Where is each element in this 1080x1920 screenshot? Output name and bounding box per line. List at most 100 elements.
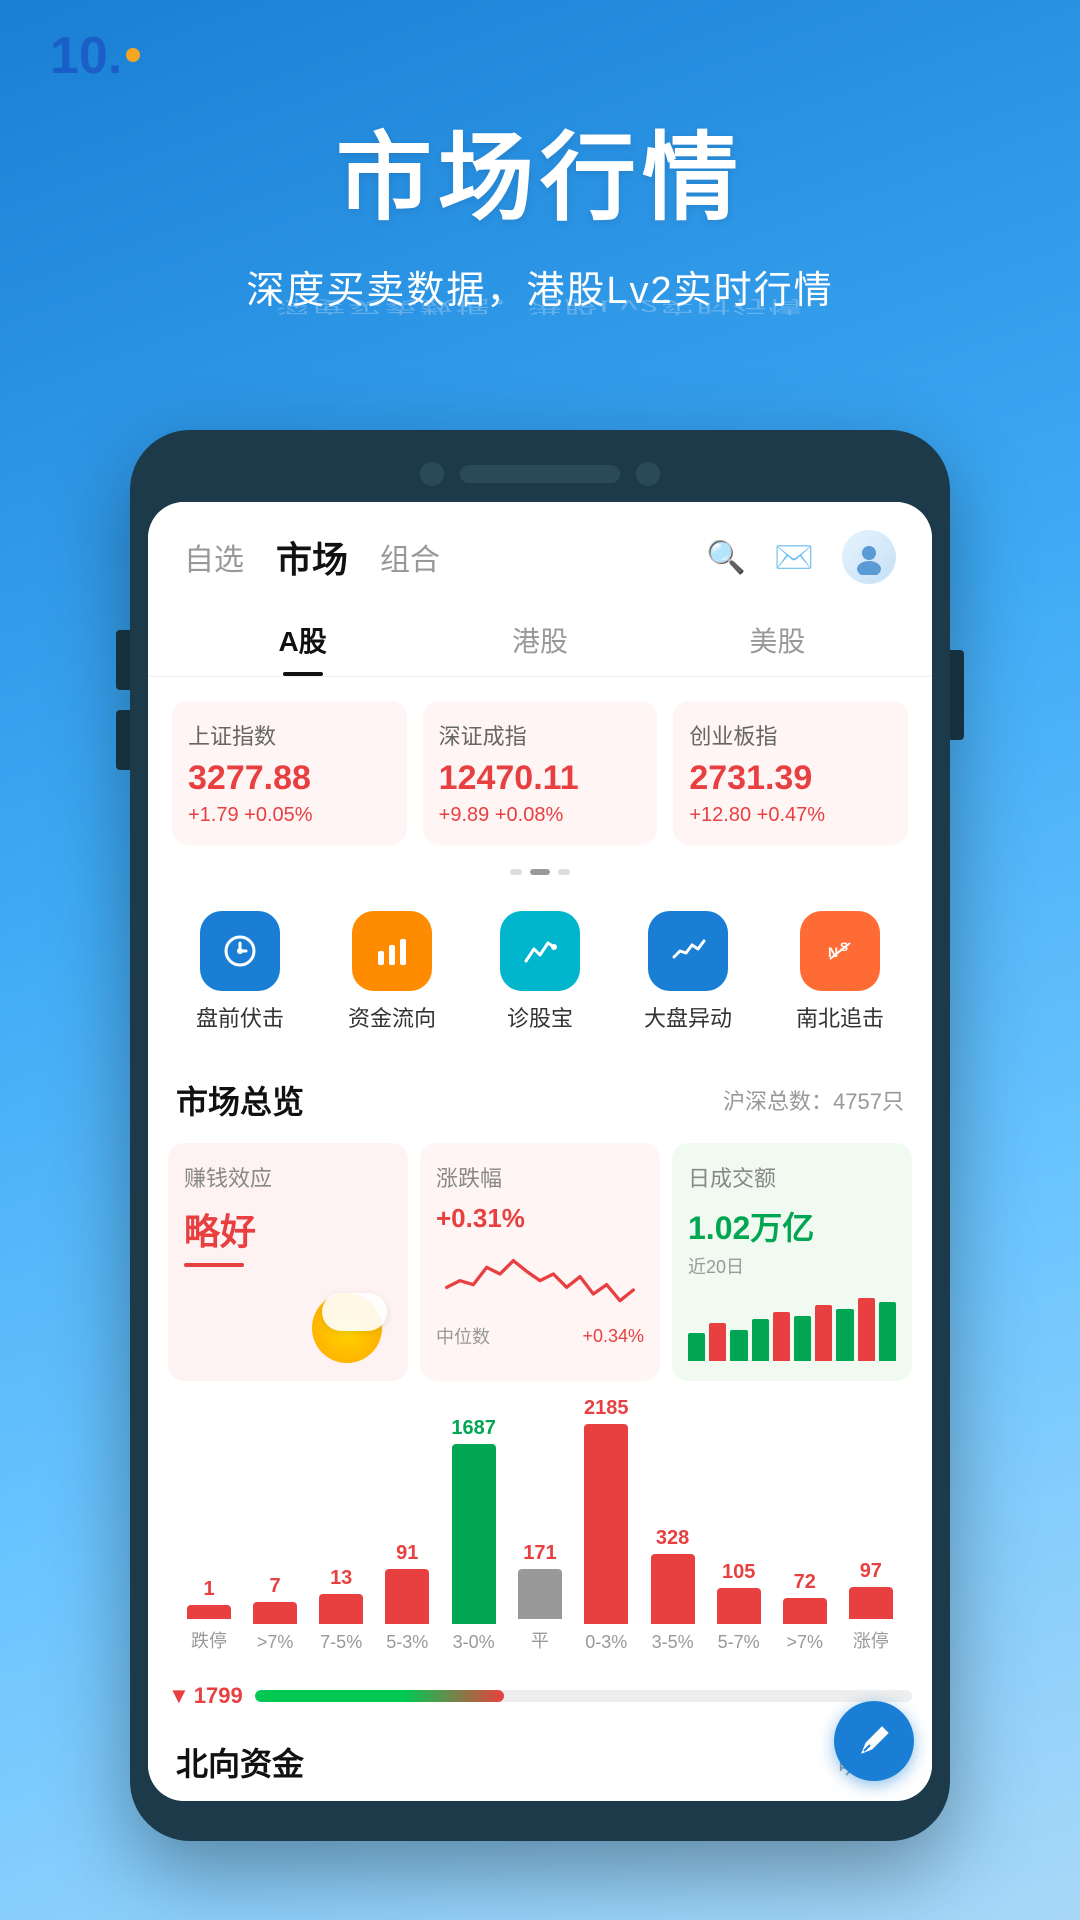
market-card-value-profit: 略好: [184, 1203, 392, 1255]
tool-label-panqian: 盘前伏击: [196, 1001, 284, 1033]
vol-bar-2: [709, 1323, 726, 1362]
phone-wrapper: 自选 市场 组合 🔍 ✉️: [0, 430, 1080, 1841]
stock-tabs: A股 港股 美股: [148, 604, 932, 677]
volume-down-button: [116, 710, 130, 770]
north-capital-title: 北向资金: [176, 1739, 304, 1785]
market-card-title-profit: 赚钱效应: [184, 1161, 392, 1193]
bar-label-top-0: 1: [203, 1578, 214, 1601]
index-value-shenzhen: 12470.11: [439, 759, 642, 798]
bar-label-top-3: 91: [396, 1542, 418, 1565]
avatar[interactable]: [842, 530, 896, 584]
median-row: 中位数 +0.34%: [436, 1323, 644, 1349]
market-overview-header: 市场总览 沪深总数：4757只: [148, 1061, 932, 1135]
index-name-shenzhen: 深证成指: [439, 719, 642, 751]
tools-row: 盘前伏击 资金流向: [148, 891, 932, 1061]
tab-us-shares[interactable]: 美股: [659, 604, 896, 676]
index-value-shanghai: 3277.88: [188, 759, 391, 798]
bar-col-7: 3283-5%: [651, 1527, 695, 1653]
tool-dapan[interactable]: 大盘异动: [644, 911, 732, 1033]
market-card-change-range[interactable]: 涨跌幅 +0.31% 中位数 +0.34%: [420, 1143, 660, 1381]
main-nav: 自选 市场 组合: [184, 531, 440, 583]
phone-speaker: [460, 465, 620, 483]
tool-label-dapan: 大盘异动: [644, 1001, 732, 1033]
hero-section: 10. 市场行情 深度买卖数据，港股Lv2实时行情 深度买卖数据，港股Lv2实时…: [0, 0, 1080, 420]
vol-bar-1: [688, 1333, 705, 1361]
bar-col-6: 21850-3%: [584, 1397, 629, 1653]
tool-icon-zjlx: [352, 911, 432, 991]
vol-bar-3: [730, 1330, 747, 1362]
bar-label-bottom-2: 7-5%: [320, 1632, 362, 1653]
tool-label-zhengubao: 诊股宝: [507, 1001, 573, 1033]
hero-subtitle-reflection: 深度买卖数据，港股Lv2实时行情: [60, 296, 1020, 321]
search-icon[interactable]: 🔍: [706, 538, 746, 576]
hero-title: 市场行情: [60, 100, 1020, 239]
bar-label-top-4: 1687: [451, 1417, 496, 1440]
tool-icon-panqian: [200, 911, 280, 991]
side-buttons-left: [116, 630, 130, 770]
vol-bar-7: [815, 1305, 832, 1361]
bar-col-1: 7 >7%: [253, 1575, 297, 1653]
vol-bar-5: [773, 1312, 790, 1361]
tab-a-shares[interactable]: A股: [184, 604, 421, 676]
sparkline-chart: [436, 1234, 644, 1314]
dot-2: [530, 869, 550, 875]
index-cards: 上证指数 3277.88 +1.79 +0.05% 深证成指 12470.11 …: [148, 677, 932, 861]
bar-col-2: 137-5%: [319, 1567, 363, 1653]
bar-body-3: [385, 1569, 429, 1624]
nav-tab-portfolio[interactable]: 组合: [380, 535, 440, 579]
tab-hk-shares[interactable]: 港股: [421, 604, 658, 676]
bar-body-5: [518, 1569, 562, 1619]
tool-icon-zhengubao: [500, 911, 580, 991]
header-icons: 🔍 ✉️: [706, 530, 896, 584]
vol-bar-9: [858, 1298, 875, 1361]
tool-icon-nanbei: N S: [800, 911, 880, 991]
market-overview-title: 市场总览: [176, 1077, 304, 1123]
vol-bar-6: [794, 1316, 811, 1362]
index-card-chinext[interactable]: 创业板指 2731.39 +12.80 +0.47%: [673, 701, 908, 845]
distribution-chart-section: 1跌停7>7%137-5%915-3%16873-0%171平21850-3%3…: [148, 1397, 932, 1673]
side-buttons-right: [950, 650, 964, 740]
fab-button[interactable]: [834, 1701, 914, 1781]
front-camera: [420, 462, 444, 486]
bar-label-bottom-1: >7%: [257, 1632, 294, 1653]
bar-body-0: [187, 1605, 231, 1619]
bar-label-bottom-7: 3-5%: [652, 1632, 694, 1653]
market-card-volume[interactable]: 日成交额 1.02万亿 近20日: [672, 1143, 912, 1381]
index-change-chinext: +12.80 +0.47%: [689, 804, 892, 827]
index-card-shanghai[interactable]: 上证指数 3277.88 +1.79 +0.05%: [172, 701, 407, 845]
index-name-shanghai: 上证指数: [188, 719, 391, 751]
tool-nanbei[interactable]: N S 南北追击: [796, 911, 884, 1033]
dot-3: [558, 869, 570, 875]
bar-col-0: 1 跌停: [187, 1578, 231, 1653]
bar-label-top-9: 72: [794, 1571, 816, 1594]
bar-label-bottom-4: 3-0%: [453, 1632, 495, 1653]
bar-body-2: [319, 1594, 363, 1624]
nav-tab-market[interactable]: 市场: [276, 531, 348, 583]
index-change-shenzhen: +9.89 +0.08%: [439, 804, 642, 827]
tool-label-nanbei: 南北追击: [796, 1001, 884, 1033]
phone-screen: 自选 市场 组合 🔍 ✉️: [148, 502, 932, 1801]
market-card-profit-effect[interactable]: 赚钱效应 略好: [168, 1143, 408, 1381]
tool-zjlx[interactable]: 资金流向: [348, 911, 436, 1033]
market-overview-subtitle: 沪深总数：4757只: [723, 1084, 904, 1116]
tool-icon-dapan: [648, 911, 728, 991]
market-card-title-change: 涨跌幅: [436, 1161, 644, 1193]
bar-col-9: 72>7%: [783, 1571, 827, 1653]
bar-col-4: 1687 3-0%: [451, 1417, 496, 1653]
tool-zhengubao[interactable]: 诊股宝: [500, 911, 580, 1033]
nav-tab-watchlist[interactable]: 自选: [184, 535, 244, 579]
index-card-shenzhen[interactable]: 深证成指 12470.11 +9.89 +0.08%: [423, 701, 658, 845]
north-capital-section: 北向资金 明细 >: [148, 1719, 932, 1801]
index-value-chinext: 2731.39: [689, 759, 892, 798]
tool-panqian[interactable]: 盘前伏击: [196, 911, 284, 1033]
bar-body-4: [452, 1444, 496, 1624]
mail-icon[interactable]: ✉️: [774, 538, 814, 576]
bar-label-top-1: 7: [270, 1575, 281, 1598]
volume-bars: [688, 1291, 896, 1361]
logo-dot: [126, 48, 140, 62]
bar-label-bottom-8: 5-7%: [718, 1632, 760, 1653]
vol-bar-8: [836, 1309, 853, 1362]
bar-body-6: [584, 1424, 628, 1624]
median-value: +0.34%: [582, 1326, 644, 1347]
bar-label-bottom-0: 跌停: [191, 1627, 227, 1653]
